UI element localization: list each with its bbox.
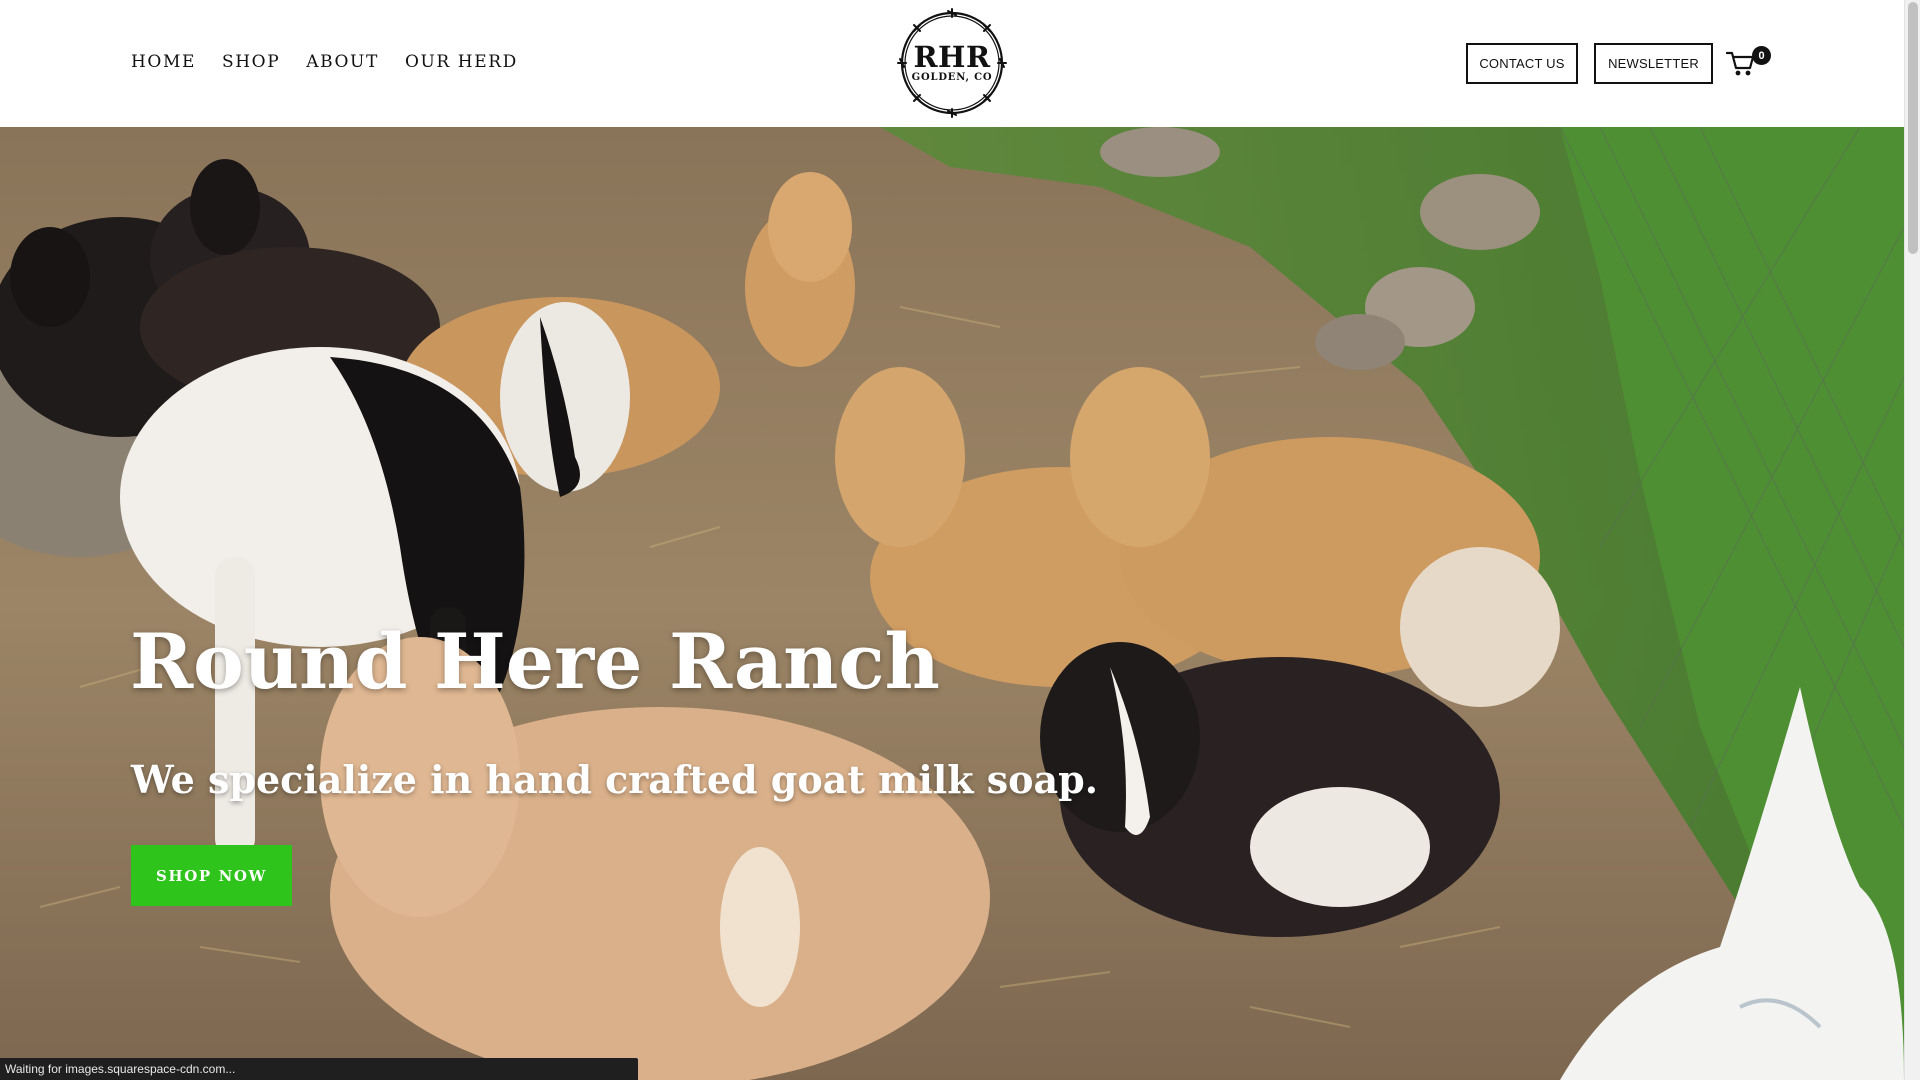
contact-us-button[interactable]: CONTACT US [1466,43,1578,84]
main-nav: HOME SHOP ABOUT OUR HERD [131,52,518,72]
hero-goats-photo [0,127,1904,1080]
hero-title: Round Here Ranch [130,617,940,706]
browser-status-bar: Waiting for images.squarespace-cdn.com..… [0,1058,638,1080]
logo-text: RHR GOLDEN, CO [896,7,1008,119]
logo-sub-text: GOLDEN, CO [911,72,993,83]
nav-our-herd[interactable]: OUR HERD [405,52,518,72]
shop-now-button[interactable]: SHOP NOW [131,845,292,906]
nav-shop[interactable]: SHOP [222,52,280,72]
hero-section: Round Here Ranch We specialize in hand c… [0,127,1904,1080]
nav-about[interactable]: ABOUT [306,52,379,72]
logo-main-text: RHR [913,40,991,74]
scrollbar-thumb[interactable] [1908,2,1918,254]
site-header: HOME SHOP ABOUT OUR HERD RHR GOLDEN, CO … [0,0,1904,127]
newsletter-button[interactable]: NEWSLETTER [1594,43,1713,84]
cart-button[interactable]: 0 [1726,46,1771,80]
cart-count-badge: 0 [1752,46,1771,65]
page-scrollbar[interactable] [1904,0,1920,1080]
site-logo[interactable]: RHR GOLDEN, CO [896,7,1008,119]
nav-home[interactable]: HOME [131,52,196,72]
hero-subtitle: We specialize in hand crafted goat milk … [131,757,1098,802]
